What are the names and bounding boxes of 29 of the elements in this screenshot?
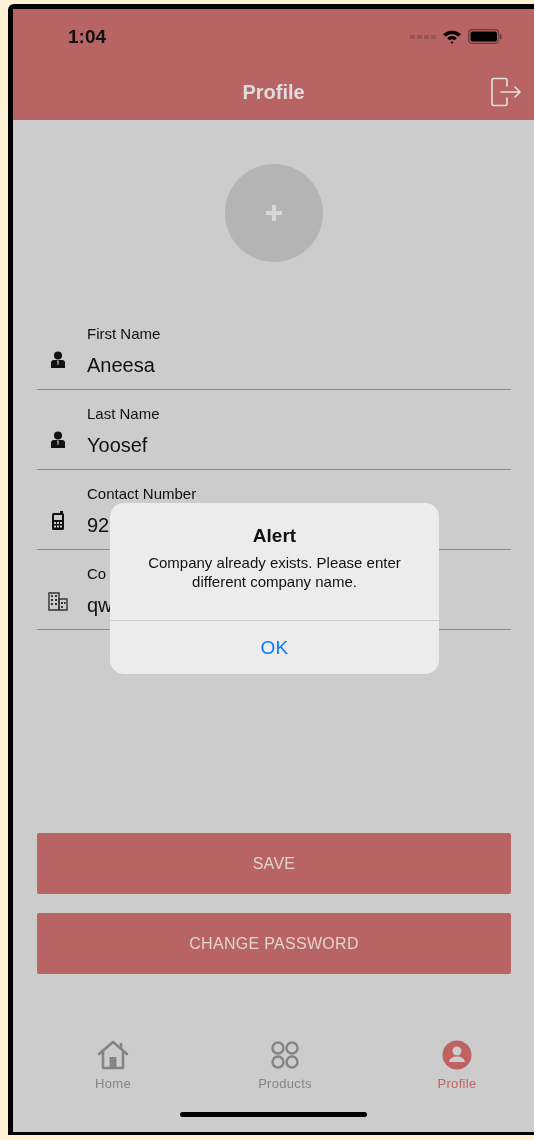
tab-item[interactable]: Products [245, 1040, 325, 1092]
person-icon [50, 351, 66, 369]
signal-icon [410, 33, 436, 40]
tab-item[interactable]: Home [73, 1040, 153, 1092]
field-label: Contact Number [87, 486, 197, 502]
screen-title: Profile [242, 80, 305, 104]
change-password-button[interactable]: CHANGE PASSWORD [37, 913, 511, 974]
plus-icon [263, 203, 284, 223]
ok-button[interactable]: OK [110, 621, 439, 674]
input-field[interactable]: Aneesa [87, 353, 155, 377]
tab-item[interactable]: Profile [417, 1040, 497, 1092]
logout-icon[interactable] [490, 77, 522, 107]
save-button[interactable]: SAVE [37, 833, 511, 894]
alert-message: Company already exists. Please enter different company name. [147, 553, 402, 591]
phone-icon [51, 511, 65, 531]
input-field[interactable]: 92 [87, 513, 110, 537]
status-time: 1:04 [68, 25, 107, 48]
home-icon [96, 1040, 130, 1070]
field-label: First Name [87, 326, 161, 342]
battery-icon [468, 29, 502, 44]
alert-title: Alert [252, 525, 297, 547]
field-label: Co [87, 566, 107, 582]
wifi-icon [442, 29, 462, 44]
person-icon [50, 431, 66, 449]
grid-icon [270, 1040, 300, 1070]
buildings-icon [47, 591, 69, 611]
field-label: Last Name [87, 406, 160, 422]
input-field[interactable]: Yoosef [87, 433, 148, 457]
profile-icon [442, 1040, 472, 1070]
